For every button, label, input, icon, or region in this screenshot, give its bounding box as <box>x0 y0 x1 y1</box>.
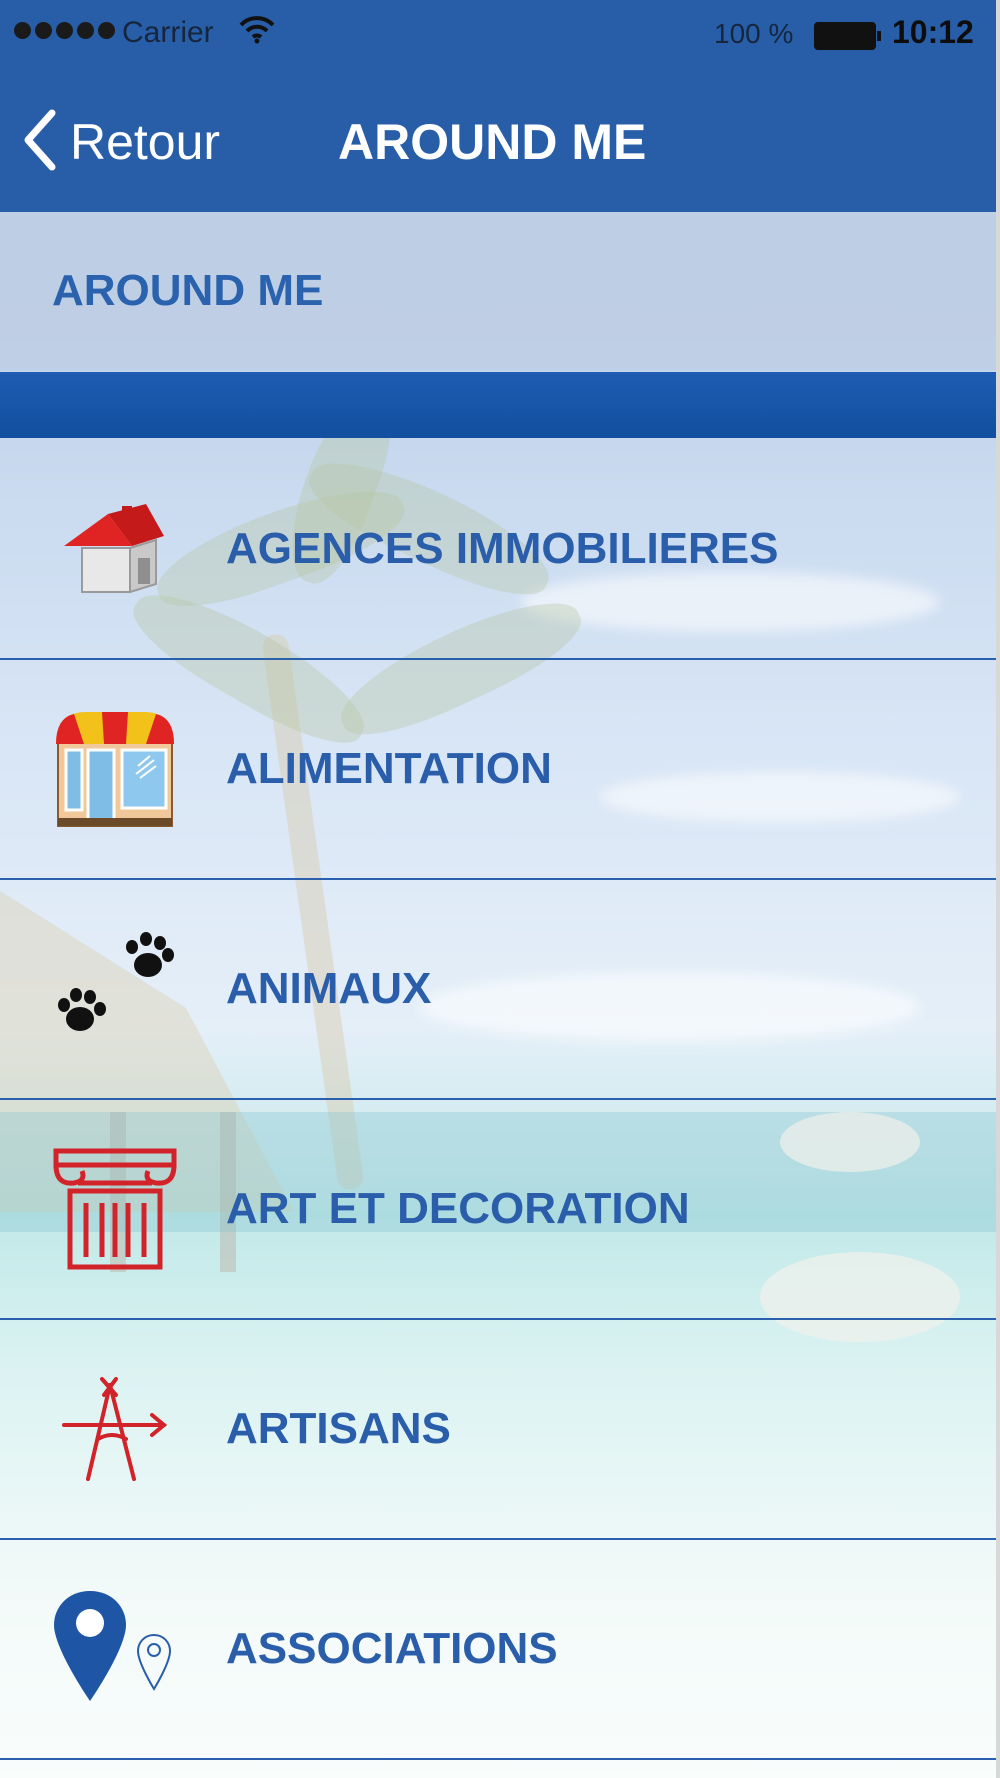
category-list: AGENCES IMMOBILIERES ALIMENTATION ANIMAU… <box>0 440 996 1760</box>
paw-icon <box>50 920 180 1060</box>
list-item[interactable]: ART ET DECORATION <box>0 1100 996 1320</box>
battery-icon <box>814 22 881 50</box>
list-item[interactable]: AGENCES IMMOBILIERES <box>0 440 996 660</box>
list-item[interactable]: ARTISANS <box>0 1320 996 1540</box>
list-item-label: ASSOCIATIONS <box>226 1624 558 1673</box>
battery-percentage: 100 % <box>714 18 794 49</box>
divider-band <box>0 372 996 438</box>
carrier-name: Carrier <box>122 16 214 49</box>
status-bar: Carrier 100 % 10:12 <box>0 0 996 70</box>
back-button[interactable]: Retour <box>22 109 221 176</box>
list-item-label: ART ET DECORATION <box>226 1184 690 1233</box>
page-title: AROUND ME <box>338 114 647 170</box>
list-item[interactable]: ASSOCIATIONS <box>0 1540 996 1760</box>
signal-strength-icon <box>14 22 115 39</box>
list-item-label: ARTISANS <box>226 1404 451 1453</box>
back-label: Retour <box>70 114 221 170</box>
compass-tools-icon <box>50 1360 180 1500</box>
phone-screen: Carrier 100 % 10:12 Retour AROUND ME ARO <box>0 0 1000 1778</box>
list-item[interactable]: ALIMENTATION <box>0 660 996 880</box>
wifi-icon <box>238 14 276 52</box>
section-title: AROUND ME <box>52 266 324 315</box>
list-item-label: ANIMAUX <box>226 964 432 1013</box>
list-item[interactable]: ANIMAUX <box>0 880 996 1100</box>
list-item-label: ALIMENTATION <box>226 744 552 793</box>
map-pin-icon <box>50 1580 180 1720</box>
column-icon <box>50 1140 180 1280</box>
chevron-left-icon <box>22 109 58 176</box>
navigation-bar: Retour AROUND ME <box>0 70 996 212</box>
list-item-label: AGENCES IMMOBILIERES <box>226 524 779 573</box>
section-header: AROUND ME <box>0 212 996 370</box>
shop-icon <box>50 700 180 840</box>
house-icon <box>50 480 180 620</box>
clock: 10:12 <box>892 14 974 50</box>
